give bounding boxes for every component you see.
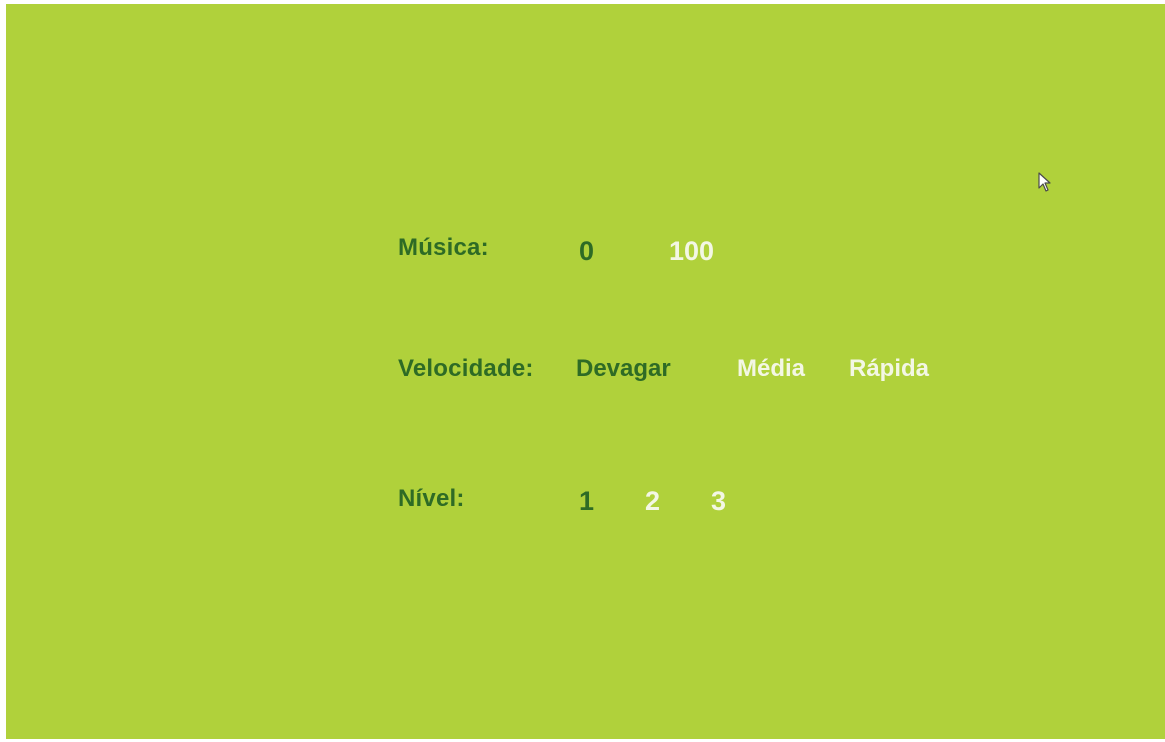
music-option-0[interactable]: 0 [579,235,594,267]
level-option-3[interactable]: 3 [711,485,726,517]
level-option-1[interactable]: 1 [579,485,594,517]
speed-option-devagar[interactable]: Devagar [576,355,671,383]
level-option-2[interactable]: 2 [645,485,660,517]
speed-label: Velocidade: [398,355,534,382]
speed-option-rapida[interactable]: Rápida [849,355,929,383]
level-label: Nível: [398,485,465,512]
music-option-100[interactable]: 100 [669,235,714,267]
options-screen: Música: 0 100 Velocidade: Devagar Média … [6,4,1165,739]
mouse-pointer-icon [1038,172,1051,192]
music-label: Música: [398,234,489,261]
speed-option-media[interactable]: Média [737,355,805,383]
